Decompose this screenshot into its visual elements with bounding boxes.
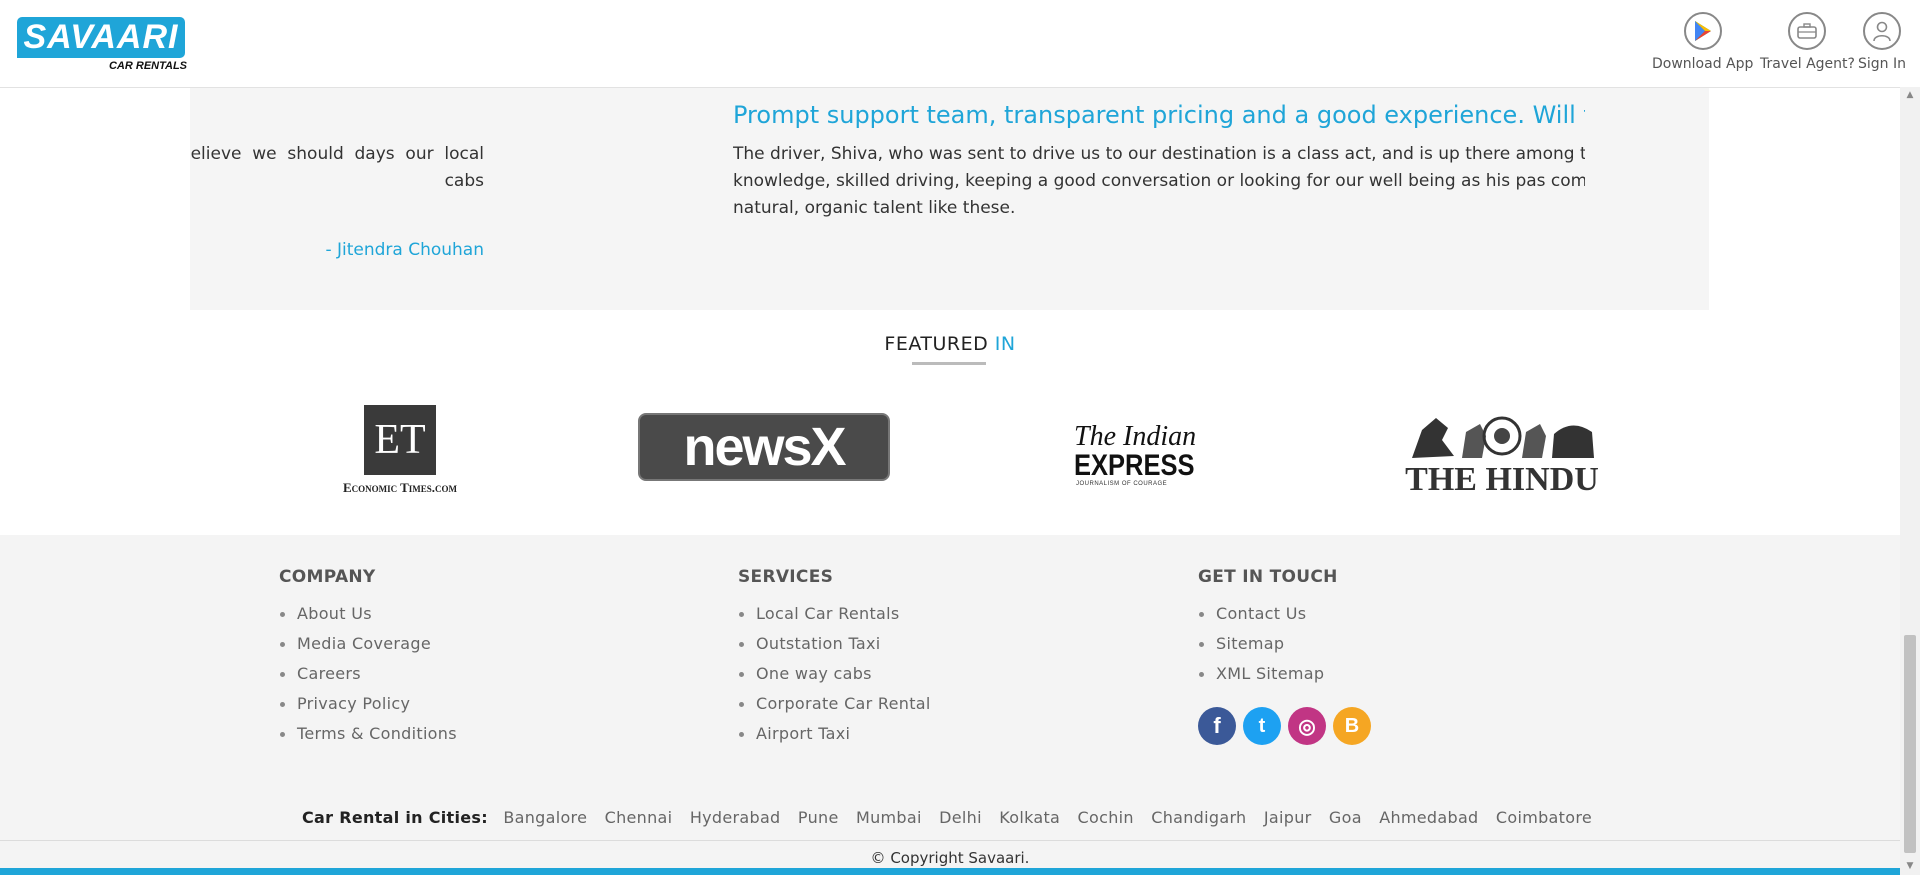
testimonial-carousel[interactable]: I believe we should days our local cabs …: [190, 88, 1709, 310]
footer-company-column: COMPANY About Us Media Coverage Careers …: [279, 567, 457, 749]
city-link[interactable]: Cochin: [1078, 808, 1134, 827]
footer-link-corporate-car-rental[interactable]: Corporate Car Rental: [738, 689, 931, 719]
social-links: f t ◎ B: [1198, 707, 1371, 745]
page-scrollbar[interactable]: ▲ ▼: [1900, 87, 1920, 875]
footer-link-xml-sitemap[interactable]: XML Sitemap: [1198, 659, 1371, 689]
featured-underline: [912, 362, 986, 365]
download-app-label: Download App: [1652, 56, 1754, 72]
footer-link-local-car-rentals[interactable]: Local Car Rentals: [738, 599, 931, 629]
newsx-text: newsX: [683, 417, 846, 477]
footer-link-privacy-policy[interactable]: Privacy Policy: [279, 689, 457, 719]
travel-agent-button[interactable]: Travel Agent?: [1760, 12, 1855, 72]
company-links: About Us Media Coverage Careers Privacy …: [279, 599, 457, 749]
city-link[interactable]: Delhi: [939, 808, 982, 827]
play-store-icon: [1683, 12, 1722, 50]
testimonial-previous-author: - Jitendra Chouhan: [325, 240, 484, 260]
city-link[interactable]: Goa: [1329, 808, 1362, 827]
user-icon: [1863, 12, 1901, 50]
city-link[interactable]: Chandigarh: [1151, 808, 1246, 827]
city-link[interactable]: Hyderabad: [690, 808, 781, 827]
services-heading: SERVICES: [738, 567, 834, 587]
the-hindu-emblem: [1412, 416, 1594, 458]
indian-express-logo[interactable]: The Indian EXPRESS JOURNALISM OF COURAGE: [1060, 418, 1210, 492]
the-hindu-logo[interactable]: THE HINDU: [1392, 406, 1612, 502]
instagram-icon[interactable]: ◎: [1288, 707, 1326, 745]
city-link[interactable]: Jaipur: [1264, 808, 1312, 827]
site-footer: COMPANY About Us Media Coverage Careers …: [0, 535, 1900, 875]
scroll-down-arrow-icon[interactable]: ▼: [1900, 858, 1920, 875]
newsx-logo[interactable]: newsX: [638, 413, 890, 481]
featured-title-accent: IN: [994, 333, 1016, 355]
facebook-icon[interactable]: f: [1198, 707, 1236, 745]
city-link[interactable]: Pune: [798, 808, 839, 827]
testimonial-body: The driver, Shiva, who was sent to drive…: [733, 144, 1585, 218]
footer-link-about-us[interactable]: About Us: [279, 599, 457, 629]
city-link[interactable]: Bangalore: [503, 808, 587, 827]
scrollbar-thumb[interactable]: [1904, 635, 1916, 853]
footer-link-contact-us[interactable]: Contact Us: [1198, 599, 1371, 629]
footer-divider: [0, 840, 1900, 841]
company-heading: COMPANY: [279, 567, 376, 587]
services-links: Local Car Rentals Outstation Taxi One wa…: [738, 599, 931, 749]
footer-link-careers[interactable]: Careers: [279, 659, 457, 689]
copyright-text: © Copyright Savaari.: [870, 849, 1030, 867]
logo-tagline: CAR RENTALS: [108, 60, 187, 72]
cities-label: Car Rental in Cities:: [302, 808, 488, 827]
footer-link-media-coverage[interactable]: Media Coverage: [279, 629, 457, 659]
sign-in-button[interactable]: Sign In: [1858, 12, 1906, 72]
city-link[interactable]: Ahmedabad: [1379, 808, 1478, 827]
footer-link-terms[interactable]: Terms & Conditions: [279, 719, 457, 749]
footer-link-airport-taxi[interactable]: Airport Taxi: [738, 719, 931, 749]
footer-link-sitemap[interactable]: Sitemap: [1198, 629, 1371, 659]
et-caption: Economic Times.com: [342, 479, 458, 495]
blogger-icon[interactable]: B: [1333, 707, 1371, 745]
city-link[interactable]: Mumbai: [856, 808, 922, 827]
contact-links: Contact Us Sitemap XML Sitemap: [1198, 599, 1371, 689]
footer-contact-column: GET IN TOUCH Contact Us Sitemap XML Site…: [1198, 567, 1371, 745]
et-mark: ET: [364, 404, 436, 475]
footer-services-column: SERVICES Local Car Rentals Outstation Ta…: [738, 567, 931, 749]
twitter-icon[interactable]: t: [1243, 707, 1281, 745]
bottom-accent-bar: [0, 868, 1900, 875]
city-link[interactable]: Kolkata: [999, 808, 1060, 827]
indian-express-line1: The Indian: [1074, 421, 1197, 452]
scroll-up-arrow-icon[interactable]: ▲: [1900, 87, 1920, 104]
indian-express-line2: EXPRESS: [1074, 449, 1195, 482]
download-app-button[interactable]: Download App: [1652, 12, 1753, 72]
contact-heading: GET IN TOUCH: [1198, 567, 1338, 587]
footer-link-one-way-cabs[interactable]: One way cabs: [738, 659, 931, 689]
featured-in-heading: FEATURED IN: [0, 333, 1900, 355]
sign-in-label: Sign In: [1858, 56, 1906, 72]
economic-times-logo[interactable]: ET Economic Times.com: [320, 400, 480, 500]
footer-link-outstation-taxi[interactable]: Outstation Taxi: [738, 629, 931, 659]
city-link[interactable]: Chennai: [605, 808, 673, 827]
testimonial-previous: I believe we should days our local cabs …: [190, 88, 484, 310]
logo-wordmark: SAVAARI: [17, 17, 185, 58]
travel-agent-label: Travel Agent?: [1760, 56, 1855, 72]
the-hindu-text: THE HINDU: [1405, 461, 1599, 498]
savaari-logo[interactable]: SAVAARI CAR RENTALS: [17, 17, 187, 77]
city-link[interactable]: Coimbatore: [1496, 808, 1592, 827]
testimonial-title: Prompt support team, transparent pricing…: [733, 101, 1585, 129]
site-header: SAVAARI CAR RENTALS Download App Travel …: [0, 0, 1906, 88]
briefcase-icon: [1788, 12, 1827, 50]
featured-title-main: FEATURED: [884, 333, 989, 355]
testimonial-current: Prompt support team, transparent pricing…: [733, 88, 1585, 310]
city-links-bar: Car Rental in Cities: Bangalore Chennai …: [0, 808, 1900, 827]
testimonial-previous-text: I believe we should days our local cabs: [190, 144, 484, 191]
